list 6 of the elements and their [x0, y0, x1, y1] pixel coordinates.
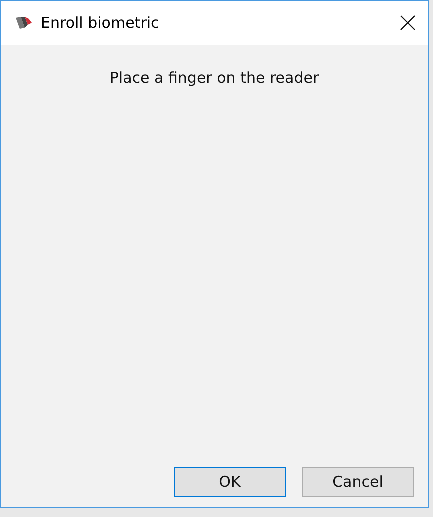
- ok-button[interactable]: OK: [174, 467, 286, 497]
- window-title: Enroll biometric: [41, 14, 160, 32]
- instruction-text: Place a finger on the reader: [108, 69, 320, 87]
- close-icon[interactable]: [400, 15, 416, 31]
- app-icon: [15, 16, 33, 30]
- cancel-button[interactable]: Cancel: [302, 467, 414, 497]
